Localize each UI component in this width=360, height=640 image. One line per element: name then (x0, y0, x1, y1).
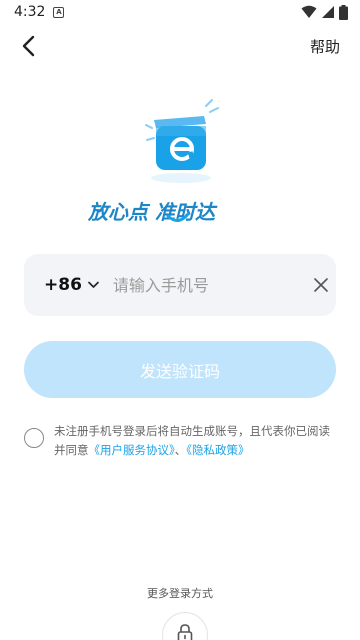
notification-badge-icon: A (53, 6, 65, 18)
status-time: 4:32 (14, 4, 46, 20)
brand-logo-area: 放心点 准时达 (0, 92, 360, 232)
slogan-graphic: 放心点 准时达 (88, 200, 218, 224)
country-code-selector[interactable]: +86 (44, 275, 99, 295)
send-code-button[interactable]: 发送验证码 (24, 341, 336, 398)
back-arrow-icon (22, 35, 35, 57)
status-icons (301, 4, 348, 20)
help-button[interactable]: 帮助 (310, 36, 340, 57)
battery-icon (339, 4, 348, 20)
close-icon (314, 278, 329, 292)
user-agreement-link[interactable]: 《用户服务协议》 (89, 443, 175, 457)
more-login-label: 更多登录方式 (147, 587, 213, 600)
privacy-policy-link[interactable]: 《隐私政策》 (186, 443, 249, 457)
clear-input-button[interactable] (313, 263, 330, 307)
status-bar: 4:32 A (0, 0, 360, 24)
agreement-separator: 、 (174, 443, 187, 457)
agreement-text: 未注册手机号登录后将自动生成账号，且代表你已阅读并同意《用户服务协议》、《隐私政… (54, 422, 334, 460)
country-code-label: +86 (44, 275, 82, 295)
agreement-row: 未注册手机号登录后将自动生成账号，且代表你已阅读并同意《用户服务协议》、《隐私政… (24, 422, 336, 460)
chevron-down-icon (88, 281, 99, 288)
phone-field: +86 (24, 254, 336, 316)
slogan-text: 放心点 准时达 (88, 200, 218, 224)
lock-icon (177, 624, 193, 640)
agreement-checkbox[interactable] (24, 428, 44, 448)
back-button[interactable] (14, 32, 42, 60)
top-bar: 帮助 (0, 24, 360, 68)
signal-icon (322, 6, 334, 18)
password-login-button[interactable] (162, 612, 208, 640)
wifi-icon (301, 5, 317, 18)
delivery-box-logo-icon (145, 99, 219, 183)
phone-number-input[interactable] (112, 265, 313, 305)
